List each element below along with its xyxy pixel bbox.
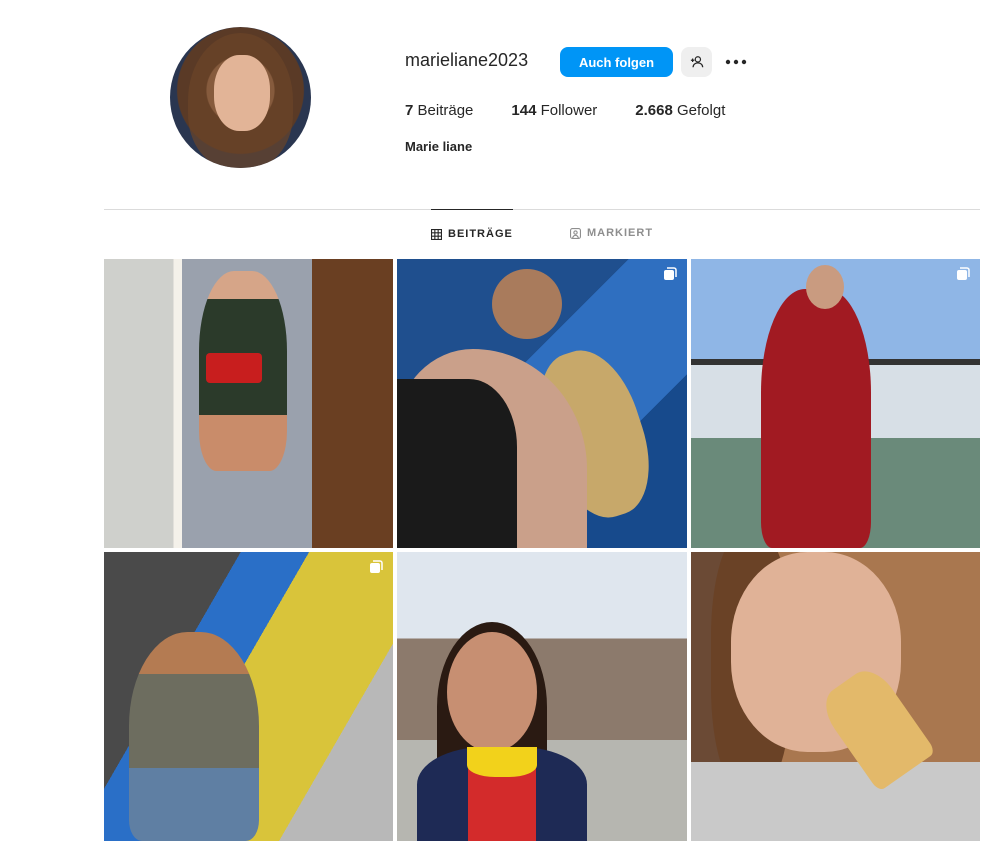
more-horizontal-icon	[725, 59, 747, 65]
post-thumbnail[interactable]	[397, 552, 687, 841]
grid-icon	[431, 228, 442, 240]
profile-full-name: Marie liane	[405, 139, 473, 154]
post-image-dress	[761, 289, 871, 548]
carousel-icon	[957, 267, 970, 280]
post-image-face	[447, 632, 537, 752]
tab-tagged-label: MARKIERT	[587, 227, 654, 239]
post-image-painter	[129, 632, 259, 841]
profile-divider	[104, 209, 980, 210]
profile-stats: 7 Beiträge 144 Follower 2.668 Gefolgt	[405, 102, 763, 119]
profile-avatar[interactable]	[170, 27, 311, 168]
post-image-mural-face	[492, 269, 562, 339]
post-thumbnail[interactable]	[691, 259, 980, 548]
profile-username: marieliane2023	[405, 50, 529, 70]
follow-button[interactable]: Auch folgen	[560, 47, 673, 77]
post-image-purse	[206, 353, 262, 383]
tab-posts-label: BEITRÄGE	[448, 228, 513, 240]
following-count[interactable]: 2.668 Gefolgt	[635, 102, 725, 119]
posts-grid	[104, 259, 980, 841]
carousel-icon	[664, 267, 677, 280]
post-thumbnail[interactable]	[691, 552, 980, 841]
suggested-accounts-button[interactable]	[681, 47, 712, 77]
add-person-icon	[690, 56, 703, 68]
more-options-button[interactable]	[722, 47, 750, 77]
avatar-face	[214, 55, 270, 131]
post-image-collar	[467, 747, 537, 777]
tagged-icon	[570, 227, 581, 239]
post-image-head	[806, 265, 844, 309]
posts-count: 7 Beiträge	[405, 102, 474, 119]
post-thumbnail[interactable]	[104, 259, 393, 548]
carousel-icon	[370, 560, 383, 573]
followers-count[interactable]: 144 Follower	[511, 102, 597, 119]
post-image-shirt	[691, 762, 980, 841]
tab-posts[interactable]: BEITRÄGE	[431, 209, 513, 258]
tab-tagged[interactable]: MARKIERT	[570, 209, 653, 257]
post-thumbnail[interactable]	[104, 552, 393, 841]
post-image-top	[397, 379, 517, 548]
post-thumbnail[interactable]	[397, 259, 687, 548]
